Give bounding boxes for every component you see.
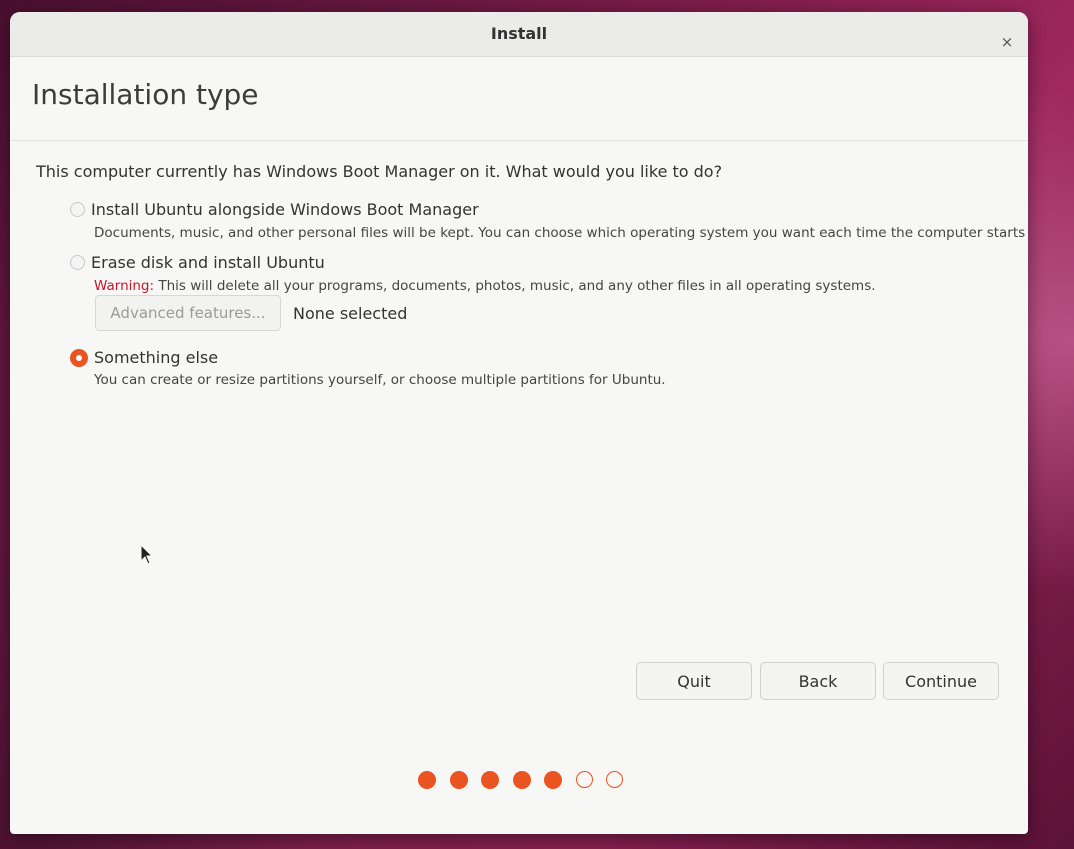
option-erase-disk[interactable]: Erase disk and install Ubuntu Warning: T… [70,253,876,294]
mouse-pointer-icon [140,544,154,565]
advanced-features-button[interactable]: Advanced features... [95,295,281,331]
warning-text: This will delete all your programs, docu… [154,278,876,294]
progress-step-complete [544,771,562,789]
option-description: Documents, music, and other personal fil… [94,225,1028,241]
option-label: Erase disk and install Ubuntu [91,253,325,272]
option-install-alongside[interactable]: Install Ubuntu alongside Windows Boot Ma… [70,200,1028,241]
progress-step-complete [481,771,499,789]
warning-prefix: Warning: [94,278,155,294]
progress-indicator [418,771,637,789]
radio-something-else[interactable] [70,348,88,367]
option-something-else[interactable]: Something else You can create or resize … [70,348,666,388]
radio-checked-dot [76,354,82,361]
progress-step-complete [449,771,468,789]
header-divider [10,140,1028,141]
advanced-features-row: Advanced features... None selected [95,295,407,331]
page-title: Installation type [32,78,259,111]
back-button[interactable]: Back [760,662,876,700]
close-button[interactable]: × [996,31,1018,53]
advanced-features-status: None selected [293,303,408,323]
option-label: Something else [94,348,219,367]
progress-step-complete [512,771,531,789]
title-bar: Install × [10,12,1028,57]
window-title: Install [490,24,548,43]
continue-button[interactable]: Continue [883,662,999,700]
progress-step-complete [418,771,436,789]
progress-step-pending [575,771,593,788]
radio-install-alongside[interactable] [70,202,85,217]
installation-question: This computer currently has Windows Boot… [36,162,723,181]
option-description: Warning: This will delete all your progr… [94,278,876,294]
installer-window: Install × Installation type This compute… [10,12,1028,834]
progress-step-pending [606,771,623,788]
option-description: You can create or resize partitions your… [94,372,666,388]
close-icon: × [1000,33,1014,51]
option-label: Install Ubuntu alongside Windows Boot Ma… [91,200,479,219]
radio-erase-disk[interactable] [70,255,85,270]
quit-button[interactable]: Quit [636,662,752,700]
